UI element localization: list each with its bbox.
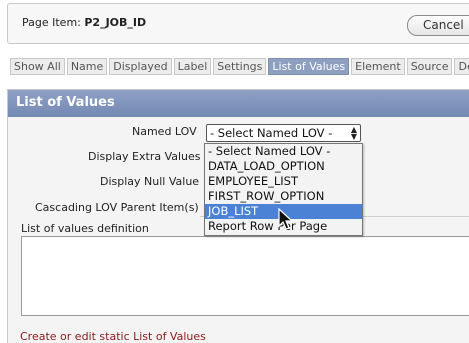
- tab-source[interactable]: Source: [406, 58, 453, 75]
- page-item-title: Page Item: P2_JOB_ID: [22, 16, 146, 29]
- tab-label[interactable]: Label: [173, 58, 212, 75]
- section-tabs: Show All Name Displayed Label Settings L…: [10, 58, 469, 75]
- display-null-value-label: Display Null Value: [100, 175, 200, 188]
- option-employee-list[interactable]: EMPLOYEE_LIST: [205, 174, 362, 189]
- tab-settings[interactable]: Settings: [213, 58, 267, 75]
- create-static-lov-link[interactable]: Create or edit static List of Values: [20, 330, 206, 343]
- tab-default[interactable]: Def: [454, 58, 469, 75]
- lov-definition-textarea[interactable]: [21, 236, 469, 316]
- tab-name[interactable]: Name: [66, 58, 108, 75]
- mouse-cursor-icon: [278, 208, 294, 230]
- select-arrows-icon: ▲ ▼: [350, 125, 357, 141]
- display-extra-values-label: Display Extra Values: [88, 150, 201, 163]
- tab-element[interactable]: Element: [351, 58, 405, 75]
- option-first-row-option[interactable]: FIRST_ROW_OPTION: [205, 189, 362, 204]
- named-lov-label: Named LOV: [132, 125, 197, 138]
- named-lov-value: - Select Named LOV -: [210, 126, 333, 140]
- section-title: List of Values: [8, 90, 469, 117]
- page-item-prefix: Page Item:: [22, 16, 81, 29]
- page-item-header: Page Item: P2_JOB_ID Cancel: [7, 3, 469, 44]
- cascading-lov-parent-label: Cascading LOV Parent Item(s): [35, 201, 199, 214]
- tab-displayed[interactable]: Displayed: [109, 58, 172, 75]
- page-item-name: P2_JOB_ID: [84, 16, 147, 29]
- option-select-named-lov[interactable]: - Select Named LOV -: [205, 144, 362, 159]
- cancel-button[interactable]: Cancel: [407, 15, 469, 36]
- lov-definition-label: List of values definition: [21, 222, 149, 235]
- named-lov-select[interactable]: - Select Named LOV - ▲ ▼: [206, 124, 361, 142]
- option-data-load-option[interactable]: DATA_LOAD_OPTION: [205, 159, 362, 174]
- tab-list-of-values[interactable]: List of Values: [268, 58, 350, 75]
- tab-show-all[interactable]: Show All: [10, 58, 65, 75]
